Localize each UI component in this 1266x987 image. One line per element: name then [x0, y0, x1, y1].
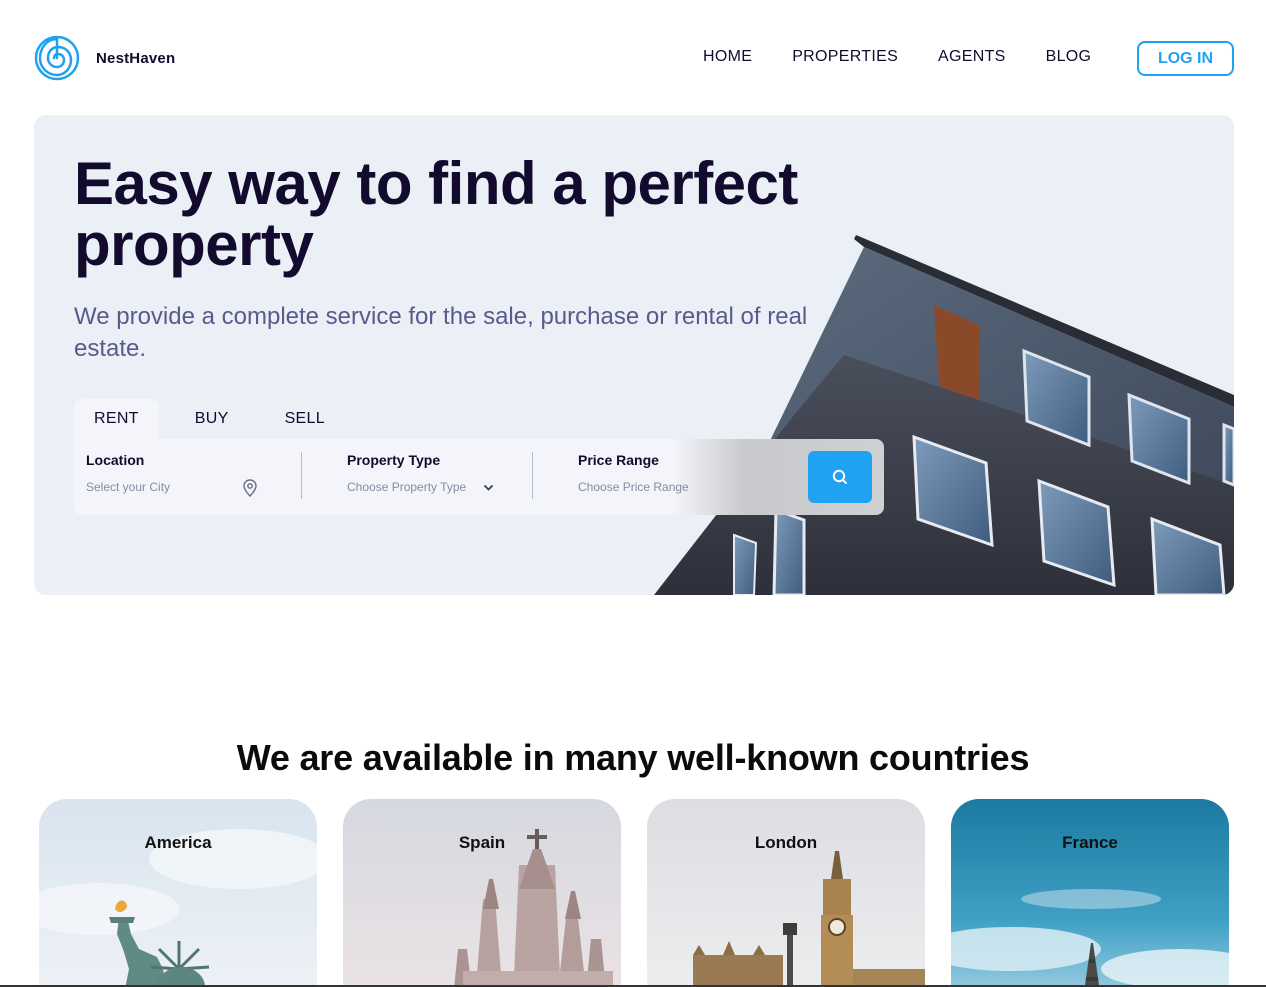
search-icon — [832, 469, 847, 484]
nav-agents[interactable]: AGENTS — [938, 48, 1006, 66]
price-range-placeholder: Choose Price Range — [578, 480, 689, 494]
statue-of-liberty-image — [39, 799, 317, 987]
tab-buy[interactable]: BUY — [159, 399, 265, 439]
property-search-bar: Location Select your City Property Type … — [74, 439, 884, 515]
property-type-placeholder: Choose Property Type — [347, 480, 467, 494]
country-name: London — [754, 833, 818, 852]
brand-logo[interactable]: NestHaven — [34, 35, 175, 81]
search-button[interactable] — [808, 451, 872, 503]
country-card-france[interactable]: France — [951, 799, 1229, 987]
hero-section: Easy way to find a perfect property We p… — [34, 115, 1234, 595]
main-nav: HOME PROPERTIES AGENTS BLOG — [703, 48, 1091, 66]
country-name: America — [144, 833, 212, 852]
map-pin-icon — [243, 479, 257, 497]
hero-title: Easy way to find a perfect property — [74, 150, 798, 278]
cathedral-image — [343, 799, 621, 987]
price-range-field[interactable]: Price Range Choose Price Range — [578, 439, 778, 515]
listing-type-tabs: RENT BUY SELL — [74, 399, 345, 439]
site-header: NestHaven HOME PROPERTIES AGENTS BLOG LO… — [0, 0, 1266, 115]
brand-name: NestHaven — [96, 49, 176, 67]
spiral-logo-icon — [34, 35, 80, 81]
login-button[interactable]: LOG IN — [1137, 41, 1234, 76]
tab-rent[interactable]: RENT — [74, 399, 159, 439]
location-placeholder: Select your City — [86, 480, 171, 494]
search-divider — [532, 452, 533, 499]
nav-home[interactable]: HOME — [703, 48, 752, 66]
tab-sell[interactable]: SELL — [265, 399, 345, 439]
nav-blog[interactable]: BLOG — [1046, 48, 1092, 66]
price-range-label: Price Range — [578, 452, 659, 468]
big-ben-image — [647, 799, 925, 987]
eiffel-tower-image — [951, 799, 1229, 987]
chevron-down-icon — [484, 485, 493, 491]
country-card-spain[interactable]: Spain — [343, 799, 621, 987]
country-name: Spain — [458, 833, 506, 852]
property-type-label: Property Type — [347, 452, 441, 468]
country-card-america[interactable]: America — [39, 799, 317, 987]
countries-heading: We are available in many well-known coun… — [236, 737, 1030, 778]
hero-subtitle: We provide a complete service for the sa… — [74, 303, 808, 362]
property-type-field[interactable]: Property Type Choose Property Type — [347, 439, 547, 515]
search-divider — [301, 452, 302, 499]
country-name: France — [1062, 833, 1118, 852]
location-label: Location — [86, 452, 145, 468]
location-field[interactable]: Location Select your City — [86, 439, 276, 515]
country-card-london[interactable]: London — [647, 799, 925, 987]
country-cards: America Spain London France — [39, 799, 1229, 987]
nav-properties[interactable]: PROPERTIES — [792, 48, 898, 66]
